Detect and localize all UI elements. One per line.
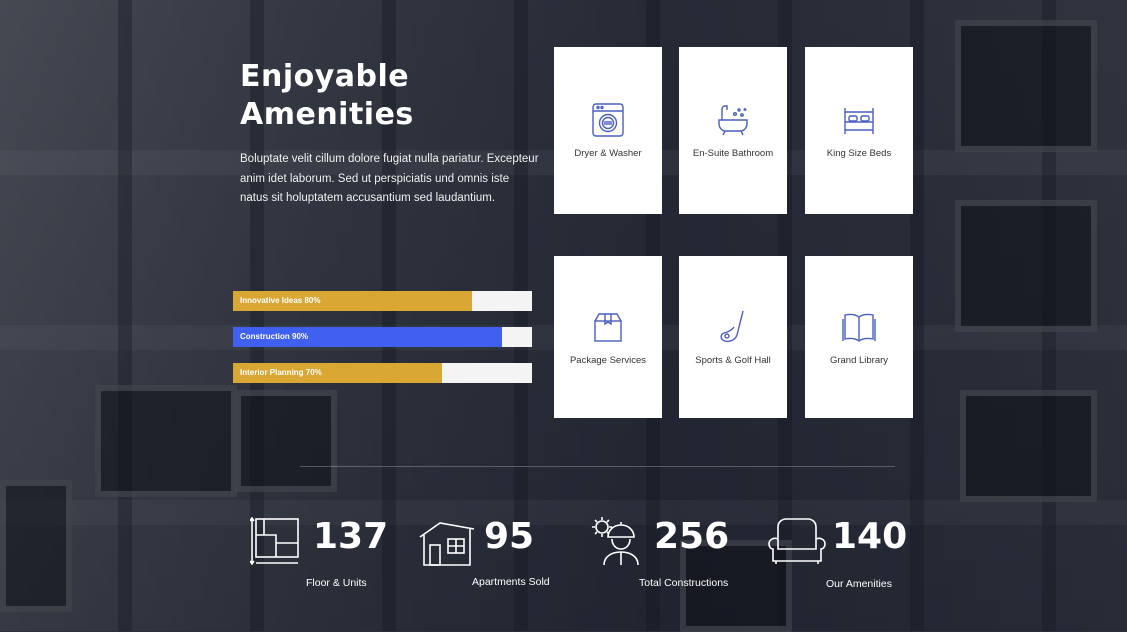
stat-our-amenities: 140 Our Amenities [768,515,918,595]
amenity-label: Package Services [569,354,647,366]
amenity-label: Dryer & Washer [574,148,642,159]
armchair-icon [768,518,826,564]
amenity-card-bathroom[interactable]: En-Suite Bathroom [679,47,787,214]
stat-value: 137 [313,516,389,557]
progress-bar-interior-planning: Interior Planning 70% [233,363,532,383]
title-line-1: Enjoyable [240,59,410,94]
amenity-card-golf[interactable]: Sports & Golf Hall [679,256,787,418]
section-divider [300,466,895,467]
stat-value: 256 [654,516,730,557]
stat-apartments-sold: 95 Apartments Sold [418,515,568,595]
title-line-2: Amenities [240,97,414,132]
progress-bar-innovative-ideas: Innovative Ideas 80% [233,291,532,311]
amenity-card-beds[interactable]: King Size Beds [805,47,913,214]
stat-label: Our Amenities [826,578,892,590]
stat-label: Total Constructions [639,577,729,589]
progress-bar-construction: Construction 90% [233,327,532,347]
stat-total-constructions: 256 Total Constructions [592,515,742,595]
progress-label: Interior Planning 70% [240,368,322,377]
package-box-icon [594,312,622,342]
section-title: Enjoyable Amenities [240,58,460,134]
construction-worker-icon [592,517,639,566]
bathtub-icon [718,105,748,136]
amenity-card-dryer-washer[interactable]: Dryer & Washer [554,47,662,214]
stat-label: Floor & Units [306,577,367,589]
amenity-label: Sports & Golf Hall [695,354,771,366]
house-icon [419,522,475,566]
bed-icon [844,108,874,134]
amenity-label: Grand Library [829,354,889,366]
stat-value: 95 [484,516,535,557]
section-description: Boluptate velit cillum dolore fugiat nul… [240,153,539,204]
stat-floor-units: 137 Floor & Units [250,515,390,595]
open-book-icon [842,313,876,342]
progress-bars: Innovative Ideas 80% Construction 90% In… [233,291,532,399]
stat-value: 140 [832,516,908,557]
floor-plan-icon [250,517,299,565]
stat-label: Apartments Sold [472,576,550,588]
amenity-label: En-Suite Bathroom [692,148,774,159]
amenity-card-package[interactable]: Package Services [554,256,662,418]
golf-club-icon [720,310,744,342]
amenity-card-library[interactable]: Grand Library [805,256,913,418]
washing-machine-icon [592,103,624,137]
progress-label: Construction 90% [240,332,309,341]
progress-label: Innovative Ideas 80% [240,296,321,305]
amenity-label: King Size Beds [826,148,892,159]
